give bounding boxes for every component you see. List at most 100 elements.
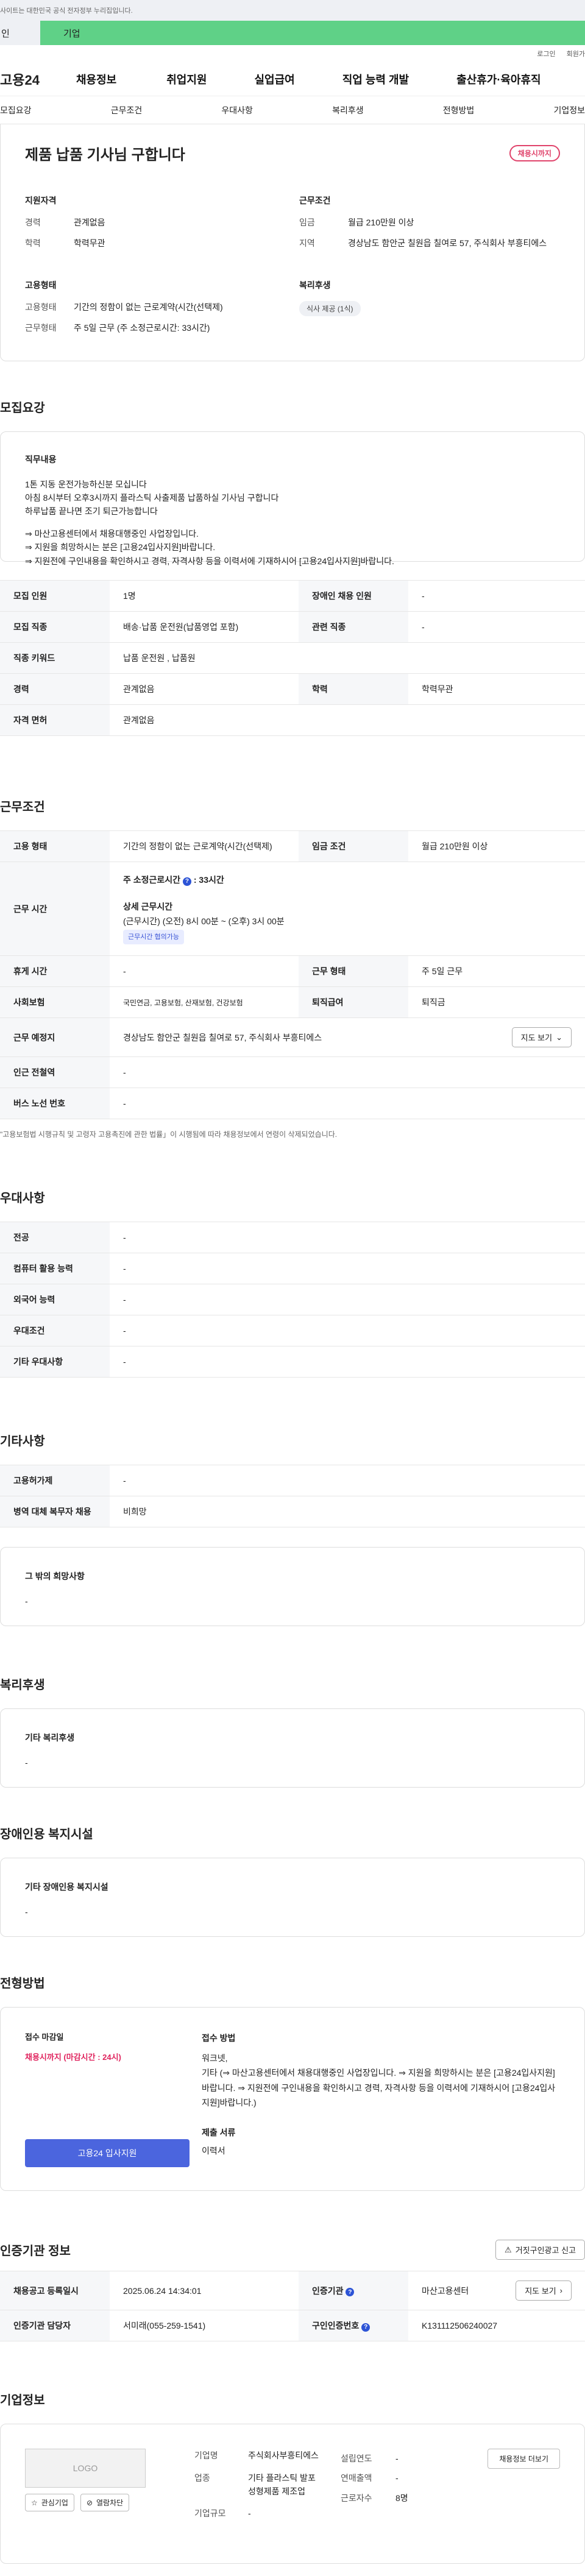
cell-value: - (110, 1465, 585, 1497)
cell-label: 컴퓨터 활용 능력 (0, 1253, 110, 1285)
table-row: 채용공고 등록일시 2025.06.24 14:34:01 인증기관 ? 마산고용센터… (0, 2271, 585, 2311)
work-time-detail-heading: 상세 근무시간 (123, 901, 173, 911)
subnav-company[interactable]: 기업정보 (553, 104, 585, 116)
brand-logo[interactable]: 고용24 (0, 69, 64, 89)
subnav-welfare[interactable]: 복리후생 (332, 104, 364, 116)
table-row: 고용허가제 - (0, 1465, 585, 1497)
cell-value: - (110, 955, 299, 988)
favorite-button[interactable]: ☆ 관심기업 (25, 2494, 74, 2512)
section-nav: 모집요강 근무조건 우대사항 복리후생 전형방법 기업정보 (0, 96, 585, 124)
select-box: 접수 마감일 채용시까지 (마감시간 : 24시) 고용24 입사지원 접수 방… (0, 2007, 585, 2192)
cell-label: 관련 직종 (299, 611, 408, 643)
cert-heading: 인증기관 정보 (0, 2245, 71, 2259)
docs-heading: 제출 서류 (202, 2127, 236, 2137)
chevron-right-icon: › (559, 2286, 562, 2296)
cell-value: 비희망 (110, 1496, 585, 1528)
cell-value: - (110, 1088, 585, 1120)
work-form-value: 주 5일 근무 (주 소정근로시간: 33시간) (74, 322, 210, 333)
year-value: - (395, 2454, 399, 2464)
cell-value: 서미래(055-259-1541) (110, 2310, 299, 2342)
wage-label: 임금 (299, 218, 315, 227)
info-icon[interactable]: ? (346, 2288, 355, 2297)
deadline-heading: 접수 마감일 (25, 2033, 64, 2042)
company-logo-col: LOGO ☆ 관심기업 ⊘ 열람차단 (25, 2449, 194, 2539)
apply-button[interactable]: 고용24 입사지원 (25, 2139, 190, 2168)
cell-value: 퇴직금 (408, 986, 585, 1019)
disab-box-value: - (25, 1906, 28, 1917)
cell-label: 장애인 채용 인원 (299, 580, 408, 612)
career-value: 관계없음 (74, 218, 105, 227)
wage-value: 월급 210만원 이상 (348, 218, 414, 227)
tab-personal[interactable]: 인 (0, 21, 40, 45)
work-heading: 근무조건 (0, 801, 45, 815)
summary-welfare: 복리후생 식사 제공 (1식) (299, 279, 567, 343)
employment-type-value: 기간의 정함이 없는 근로계약(시간(선택제) (74, 302, 223, 312)
company-heading: 기업정보 (0, 2394, 45, 2408)
table-row: 자격 면허 관계없음 (0, 704, 585, 737)
gnb-jobs[interactable]: 채용정보 (76, 71, 116, 87)
tab-company[interactable]: 기업 (40, 21, 585, 45)
method-value-2: 기타 (⇒ 마산고용센터에서 채용대행중인 사업장입니다. ⇒ 지원을 희망하시… (202, 2068, 556, 2108)
cell-label: 모집 직종 (0, 611, 110, 643)
work-table: 고용 형태 기간의 정함이 없는 근로계약(시간(선택제) 임금 조건 월급 210만… (0, 830, 585, 1120)
block-button[interactable]: ⊘ 열람차단 (80, 2494, 130, 2512)
company-more-col: 채용정보 더보기 (432, 2449, 560, 2539)
subnav-pref[interactable]: 우대사항 (221, 104, 253, 116)
company-name-label: 기업명 (194, 2450, 218, 2461)
duty-heading: 직무내용 (25, 455, 57, 465)
etc-box-heading: 그 밖의 희망사항 (25, 1571, 85, 1582)
duty-line: 하루납품 끝나면 조기 퇴근가능합니다 (25, 506, 158, 517)
cell-label: 근무 예정지 (0, 1017, 110, 1058)
work-place-value: 경상남도 함안군 칠원읍 칠여로 57, 주식회사 부흥티에스 (123, 1032, 322, 1042)
cell-value: K131112506240027 (408, 2310, 585, 2342)
recruit-heading: 모집요강 (0, 402, 45, 416)
gov-banner: 사이트는 대한민국 공식 전자정부 누리집입니다. (0, 0, 585, 21)
global-nav: 고용24 채용정보 취업지원 실업급여 직업 능력 개발 출산휴가·육아휴직 (0, 62, 585, 96)
etc-heading: 기타사항 (0, 1435, 45, 1449)
work-form-label: 근무형태 (25, 322, 57, 333)
summary-card: 제품 납품 기사님 구합니다 채용시까지 지원자격 경력 관계없음 학력 학력무관 … (0, 124, 585, 362)
login-link[interactable]: 로그인 (537, 49, 555, 58)
gnb-training[interactable]: 직업 능력 개발 (342, 71, 409, 87)
cell-value: - (110, 1222, 585, 1254)
summary-qualification: 지원자격 경력 관계없음 학력 학력무관 (25, 194, 299, 258)
education-label: 학력 (25, 238, 41, 249)
signup-link[interactable]: 회원가 (567, 49, 585, 58)
work-time-cell: 주 소정근로시간 ? : 33시간 상세 근무시간 (근무시간) (오전) 8시… (110, 862, 585, 957)
block-label: 열람차단 (96, 2499, 124, 2508)
gnb-employment-support[interactable]: 취업지원 (166, 71, 207, 87)
report-button[interactable]: ⚠ 거짓구인광고 신고 (495, 2240, 585, 2260)
welfare-heading-2: 복리후생 (0, 1679, 45, 1693)
info-icon[interactable]: ? (361, 2323, 370, 2332)
cell-value: 주 5일 근무 (408, 955, 585, 988)
negotiable-pill: 근무시간 협의가능 (123, 929, 185, 945)
work-place-cell: 경상남도 함안군 칠원읍 칠여로 57, 주식회사 부흥티에스 지도 보기 ⌄ (110, 1017, 585, 1058)
cell-label: 병역 대체 복무자 채용 (0, 1496, 110, 1528)
subnav-select[interactable]: 전형방법 (443, 104, 475, 116)
subnav-work[interactable]: 근무조건 (111, 104, 143, 116)
employees-label: 근로자수 (341, 2493, 372, 2503)
cell-label: 자격 면허 (0, 704, 110, 737)
info-icon[interactable]: ? (182, 877, 191, 886)
qualification-heading: 지원자격 (25, 196, 57, 205)
cert-org-cell: 마산고용센터 지도 보기 › (408, 2271, 585, 2311)
table-row: 전공 - (0, 1222, 585, 1254)
subnav-recruit[interactable]: 모집요강 (0, 104, 32, 116)
gnb-unemployment[interactable]: 실업급여 (255, 71, 295, 87)
table-row: 모집 직종 배송·납품 운전원(납품영업 포함) 관련 직종 - (0, 611, 585, 643)
gov-banner-text: 사이트는 대한민국 공식 전자정부 누리집입니다. (0, 7, 133, 15)
cell-value: - (110, 1284, 585, 1316)
table-row: 직종 키워드 납품 운전원 , 납품원 (0, 642, 585, 674)
employees-value: 8명 (395, 2493, 408, 2503)
cell-label: 인증기관 담당자 (0, 2310, 110, 2342)
docs-value: 이력서 (202, 2146, 225, 2156)
more-jobs-button[interactable]: 채용정보 더보기 (488, 2449, 560, 2469)
employment-heading: 고용형태 (25, 280, 57, 290)
gnb-leave[interactable]: 출산휴가·육아휴직 (456, 71, 541, 87)
cert-map-button[interactable]: 지도 보기 › (516, 2281, 572, 2301)
disab-box-heading: 기타 장애인용 복지시설 (25, 1882, 108, 1892)
career-label: 경력 (25, 218, 41, 227)
method-col: 접수 방법 워크넷, 기타 (⇒ 마산고용센터에서 채용대행중인 사업장입니다.… (196, 2031, 560, 2167)
table-row: 고용 형태 기간의 정함이 없는 근로계약(시간(선택제) 임금 조건 월급 210만… (0, 830, 585, 863)
map-button[interactable]: 지도 보기 ⌄ (511, 1027, 572, 1048)
